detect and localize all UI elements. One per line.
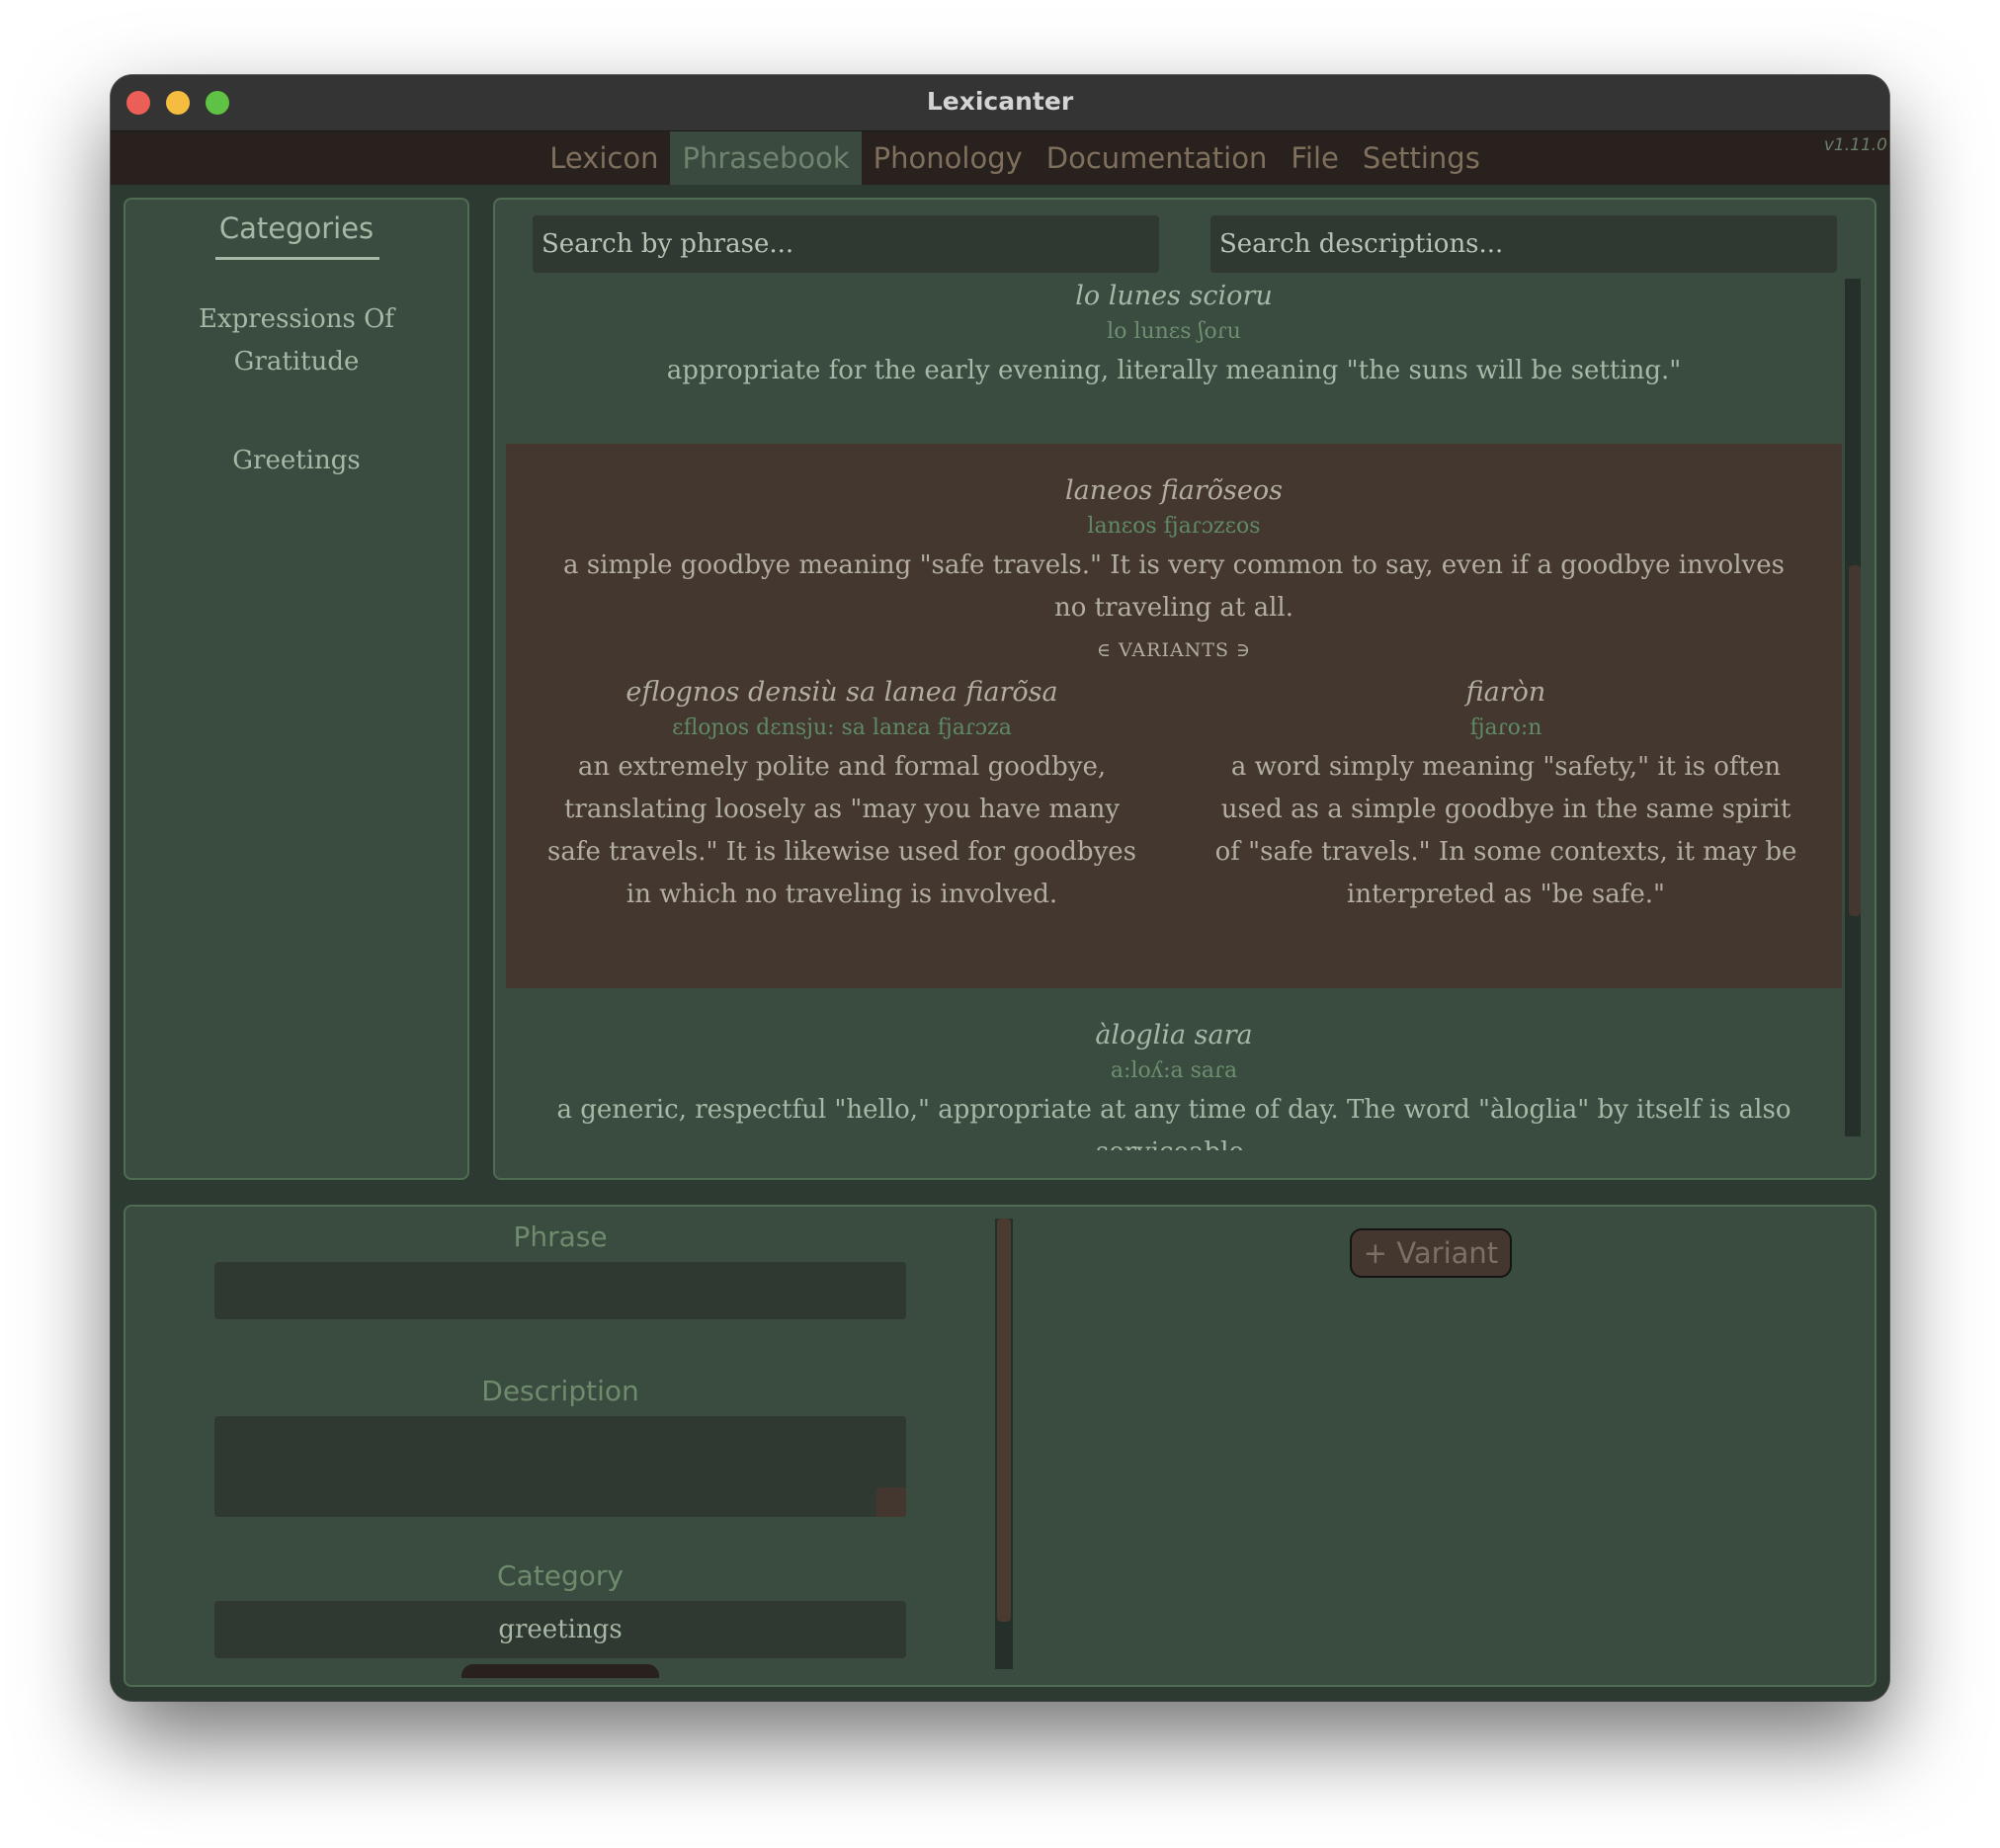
category-field-label: Category [497, 1559, 624, 1592]
variant-description: an extremely polite and formal goodbye, … [547, 752, 1136, 909]
phrase-search-input[interactable] [533, 215, 1159, 273]
description-field-label: Description [481, 1375, 639, 1407]
entry-phrase: lo lunes scioru [1075, 281, 1273, 311]
phrase-field-label: Phrase [513, 1220, 608, 1253]
editor-scrollbar-thumb[interactable] [997, 1218, 1011, 1622]
menu-bar: Lexicon Phrasebook Phonology Documentati… [111, 131, 1889, 185]
menu-item-lexicon[interactable]: Lexicon [538, 131, 670, 185]
title-bar: Lexicanter [111, 75, 1889, 131]
version-label: v1.11.0 [1823, 135, 1887, 155]
menu-item-documentation[interactable]: Documentation [1035, 131, 1280, 185]
entry-phrase: àloglia sara [1095, 1020, 1253, 1050]
variant-phrase: eflognos densiù sa lanea fiarõsa [625, 677, 1058, 708]
category-item-expressions-of-gratitude[interactable]: Expressions Of Gratitude [165, 298, 428, 383]
entry-pronunciation: lo lunɛs ʃoɾu [1107, 319, 1241, 344]
categories-panel: Categories Expressions Of Gratitude Gree… [124, 198, 469, 1180]
menu-item-settings[interactable]: Settings [1351, 131, 1492, 185]
category-field[interactable]: greetings [214, 1601, 906, 1658]
phrase-list-scrollbar-thumb[interactable] [1849, 565, 1861, 916]
window-title: Lexicanter [926, 87, 1074, 116]
variant-pronunciation: fjaɾo:n [1469, 715, 1542, 740]
phrase-entry-selected[interactable]: laneos fiarõseos lanɛos fjaɾɔzɛos a simp… [506, 444, 1842, 988]
variant-entry[interactable]: fiaròn fjaɾo:n a word simply meaning "sa… [1209, 675, 1802, 916]
variants-grid: eflognos densiù sa lanea fiarõsa ɛfloɲos… [506, 675, 1842, 916]
entry-phrase: laneos fiarõseos [1064, 475, 1283, 506]
variant-entry[interactable]: eflognos densiù sa lanea fiarõsa ɛfloɲos… [545, 675, 1138, 916]
categories-heading: Categories [218, 211, 375, 245]
phrase-entry[interactable]: àloglia sara a:loʎ:a saɾa a generic, res… [506, 1018, 1842, 1150]
variant-phrase: fiaròn [1465, 677, 1546, 708]
entry-pronunciation: lanɛos fjaɾɔzɛos [1087, 514, 1261, 539]
menu-item-file[interactable]: File [1279, 131, 1351, 185]
menu-item-phonology[interactable]: Phonology [862, 131, 1035, 185]
entry-description: appropriate for the early evening, liter… [666, 356, 1682, 385]
app-window: Lexicanter Lexicon Phrasebook Phonology … [111, 75, 1889, 1701]
category-item-greetings[interactable]: Greetings [165, 440, 428, 482]
editor-panel: Phrase Description Category greetings + … [124, 1205, 1876, 1687]
description-field[interactable] [214, 1416, 906, 1517]
save-button[interactable] [461, 1664, 659, 1678]
description-search-input[interactable] [1210, 215, 1837, 273]
menu-item-phrasebook[interactable]: Phrasebook [670, 131, 862, 185]
phrase-list: lo lunes scioru lo lunɛs ʃoɾu appropriat… [506, 279, 1842, 1150]
entry-description: a generic, respectful "hello," appropria… [556, 1095, 1792, 1150]
entry-description: a simple goodbye meaning "safe travels."… [563, 550, 1785, 623]
phrase-field[interactable] [214, 1262, 906, 1319]
entry-pronunciation: a:loʎ:a saɾa [1110, 1058, 1238, 1083]
phrase-entry[interactable]: lo lunes scioru lo lunɛs ʃoɾu appropriat… [506, 279, 1842, 437]
variant-description: a word simply meaning "safety," it is of… [1214, 752, 1797, 909]
phrases-panel: lo lunes scioru lo lunɛs ʃoɾu appropriat… [493, 198, 1876, 1180]
resize-handle[interactable] [876, 1487, 906, 1517]
add-variant-button[interactable]: + Variant [1350, 1228, 1512, 1278]
categories-heading-underline [215, 257, 379, 260]
variants-label: ∈ VARIANTS ∋ [1096, 639, 1252, 661]
variant-pronunciation: ɛfloɲos dɛnsju: sa lanɛa fjaɾɔza [672, 715, 1012, 740]
